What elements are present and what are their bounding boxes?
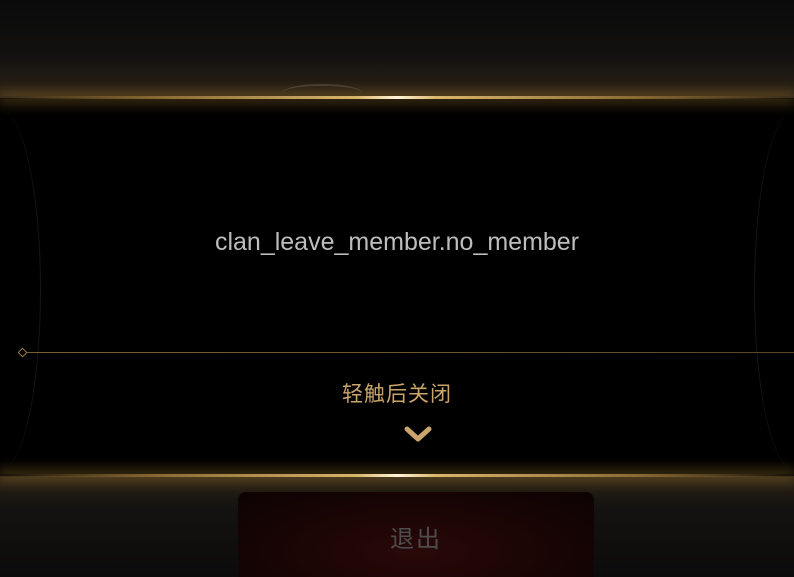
exit-button[interactable]: 退出 — [238, 492, 594, 577]
chevron-down-icon[interactable] — [404, 426, 432, 444]
dimmed-background-top — [0, 0, 794, 98]
tap-to-close-hint[interactable]: 轻触后关闭 — [0, 378, 794, 408]
popup-bottom-border — [0, 474, 794, 477]
popup-top-border — [0, 96, 794, 99]
popup-divider — [26, 352, 794, 353]
game-screen: 退出 clan_leave_member.no_member 轻触后关闭 — [0, 0, 794, 577]
popup-message: clan_leave_member.no_member — [214, 228, 580, 256]
exit-button-label: 退出 — [390, 525, 442, 553]
notice-popup[interactable] — [0, 98, 794, 476]
